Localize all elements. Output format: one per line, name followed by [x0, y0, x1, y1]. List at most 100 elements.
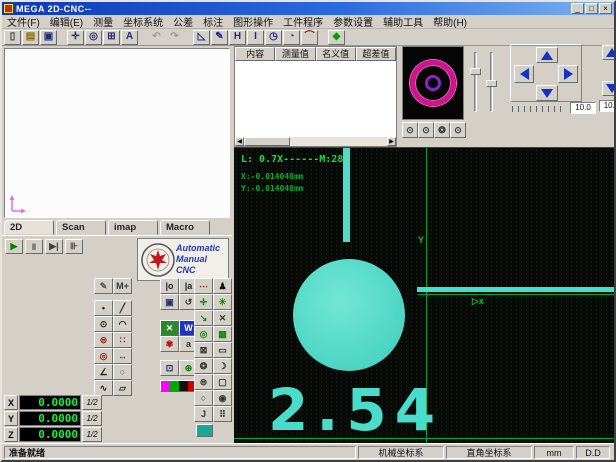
feature-line-button[interactable]: ╱: [113, 300, 132, 316]
column-header-0[interactable]: 内容: [235, 47, 275, 61]
hook-tool-button[interactable]: J: [194, 406, 213, 422]
feature-point-button[interactable]: •: [94, 300, 113, 316]
jog-z-up-button[interactable]: [602, 45, 616, 60]
measure-angle-button[interactable]: ◺: [193, 30, 210, 45]
axis-y-button[interactable]: Y: [4, 411, 18, 426]
tab-macro[interactable]: Macro: [160, 220, 210, 235]
rounded-rect-button[interactable]: ▢: [213, 374, 232, 390]
menu-item-edit[interactable]: 编辑(E): [45, 14, 88, 29]
xy-step-value[interactable]: 10.0: [570, 102, 596, 114]
oval-tool-button[interactable]: ○: [194, 390, 213, 406]
move-stage-button[interactable]: ✛: [67, 30, 84, 45]
menu-item-measure[interactable]: 测量: [88, 14, 118, 29]
measure-circle-button[interactable]: ◷: [265, 30, 282, 45]
zoom-view-button[interactable]: ◎: [85, 30, 102, 45]
run-program-button[interactable]: ▶: [5, 239, 23, 254]
more-options-button[interactable]: ⋯: [194, 278, 213, 294]
auto-label-button[interactable]: A: [121, 30, 138, 45]
scrollbar-track[interactable]: [290, 137, 387, 146]
new-file-button[interactable]: ▯: [4, 30, 21, 45]
tab-2d[interactable]: 2D: [4, 220, 54, 235]
add-cross-button[interactable]: ✛: [194, 294, 213, 310]
menu-item-parameter-settings[interactable]: 参数设置: [328, 14, 378, 29]
column-header-2[interactable]: 名义值: [316, 47, 356, 61]
results-table-body[interactable]: [235, 61, 396, 137]
pattern-x-button[interactable]: ✕: [160, 320, 179, 336]
measure-sphere-button[interactable]: ◔: [283, 30, 300, 45]
lamp-intensity-slider-1[interactable]: [470, 50, 481, 114]
feature-ring-button[interactable]: ◎: [94, 348, 113, 364]
feature-point-cloud-button[interactable]: ∷: [113, 332, 132, 348]
status-number-format[interactable]: D.D: [576, 446, 610, 459]
run-measure-button[interactable]: ◆: [328, 30, 345, 45]
status-unit[interactable]: mm: [534, 446, 574, 459]
feature-ellipse-button[interactable]: ⊜: [94, 332, 113, 348]
status-cartesian-cs[interactable]: 直角坐标系: [446, 446, 532, 459]
slider-thumb[interactable]: [470, 68, 481, 75]
tab-imap[interactable]: imap: [108, 220, 158, 235]
scrollbar-thumb[interactable]: [244, 137, 290, 146]
undo-button[interactable]: ↶: [148, 30, 165, 45]
status-machine-cs[interactable]: 机械坐标系: [358, 446, 444, 459]
stop-program-button[interactable]: ⊪: [65, 239, 83, 254]
multiply-tool-button[interactable]: ✕: [213, 310, 232, 326]
search-zoom-button[interactable]: ◎: [194, 326, 213, 342]
star-tool-button[interactable]: ✳: [213, 294, 232, 310]
origin-tool-1-button[interactable]: |o: [160, 278, 179, 294]
jog-z-down-button[interactable]: [602, 81, 616, 96]
lamp-coaxial-button[interactable]: ⊙: [450, 122, 466, 138]
step-program-button[interactable]: ▶|: [45, 239, 63, 254]
edit-feature-button[interactable]: ✎: [94, 278, 113, 294]
gear-circle-button[interactable]: ❂: [194, 358, 213, 374]
half-x-button[interactable]: 1/2: [82, 395, 102, 410]
focus-tool-button[interactable]: ⊡: [160, 360, 179, 376]
measure-height-button[interactable]: I: [247, 30, 264, 45]
minimize-button[interactable]: _: [571, 3, 584, 14]
feature-width-button[interactable]: ↔: [113, 348, 132, 364]
pick-arrow-button[interactable]: ↘: [194, 310, 213, 326]
jog-down-button[interactable]: [536, 85, 558, 101]
ellipse-horizontal-button[interactable]: ⊜: [194, 374, 213, 390]
half-y-button[interactable]: 1/2: [82, 411, 102, 426]
pause-program-button[interactable]: ‖: [25, 239, 43, 254]
measure-skew-button[interactable]: ✎: [211, 30, 228, 45]
manual-measure-button[interactable]: M+: [113, 278, 132, 294]
menu-item-graphics-operation[interactable]: 图形操作: [228, 14, 278, 29]
feature-arc-button[interactable]: ◠: [113, 316, 132, 332]
column-header-3[interactable]: 超差值: [356, 47, 396, 61]
grid-tool-button[interactable]: ▦: [213, 326, 232, 342]
table-horizontal-scrollbar[interactable]: ◀ ▶: [235, 137, 396, 146]
scroll-right-icon[interactable]: ▶: [387, 137, 396, 146]
lamp-intensity-slider-2[interactable]: [486, 50, 497, 114]
lamp-ring-button[interactable]: ❂: [434, 122, 450, 138]
measure-arc-button[interactable]: ⌒: [301, 30, 318, 45]
lamp-contour-button[interactable]: ⊙: [418, 122, 434, 138]
menu-item-tolerance[interactable]: 公差: [168, 14, 198, 29]
save-feature-button[interactable]: ▣: [160, 294, 179, 310]
menu-item-file[interactable]: 文件(F): [2, 14, 45, 29]
graphics-canvas[interactable]: [4, 48, 230, 218]
stamp-tool-button[interactable]: ♟: [213, 278, 232, 294]
column-header-1[interactable]: 测量值: [275, 47, 315, 61]
arc-segment-button[interactable]: ☽: [213, 358, 232, 374]
jog-left-button[interactable]: [514, 65, 534, 83]
export-box-button[interactable]: ⊠: [194, 342, 213, 358]
tab-scan[interactable]: Scan: [56, 220, 106, 235]
open-file-button[interactable]: ▤: [22, 30, 39, 45]
feature-polygon-button[interactable]: ○: [113, 364, 132, 380]
menu-item-help[interactable]: 帮助(H): [428, 14, 472, 29]
leaf-tool-button[interactable]: ✾: [160, 336, 179, 352]
rect-tool-button[interactable]: ▭: [213, 342, 232, 358]
close-button[interactable]: ×: [599, 3, 612, 14]
axis-x-button[interactable]: X: [4, 395, 18, 410]
camera-view[interactable]: L: 0.7X------M:28 X:-0.014048mm Y:-0.014…: [234, 147, 614, 443]
circle-dot-button[interactable]: ◉: [213, 390, 232, 406]
teal-swatch-button[interactable]: [196, 424, 213, 437]
menu-item-part-program[interactable]: 工件程序: [278, 14, 328, 29]
half-z-button[interactable]: 1/2: [82, 427, 102, 442]
jog-up-button[interactable]: [536, 47, 558, 63]
feature-region-button[interactable]: ▱: [113, 380, 132, 396]
lamp-surface-button[interactable]: ⊙: [402, 122, 418, 138]
feature-circle-button[interactable]: ⊙: [94, 316, 113, 332]
xy-speed-slider[interactable]: [512, 106, 566, 112]
